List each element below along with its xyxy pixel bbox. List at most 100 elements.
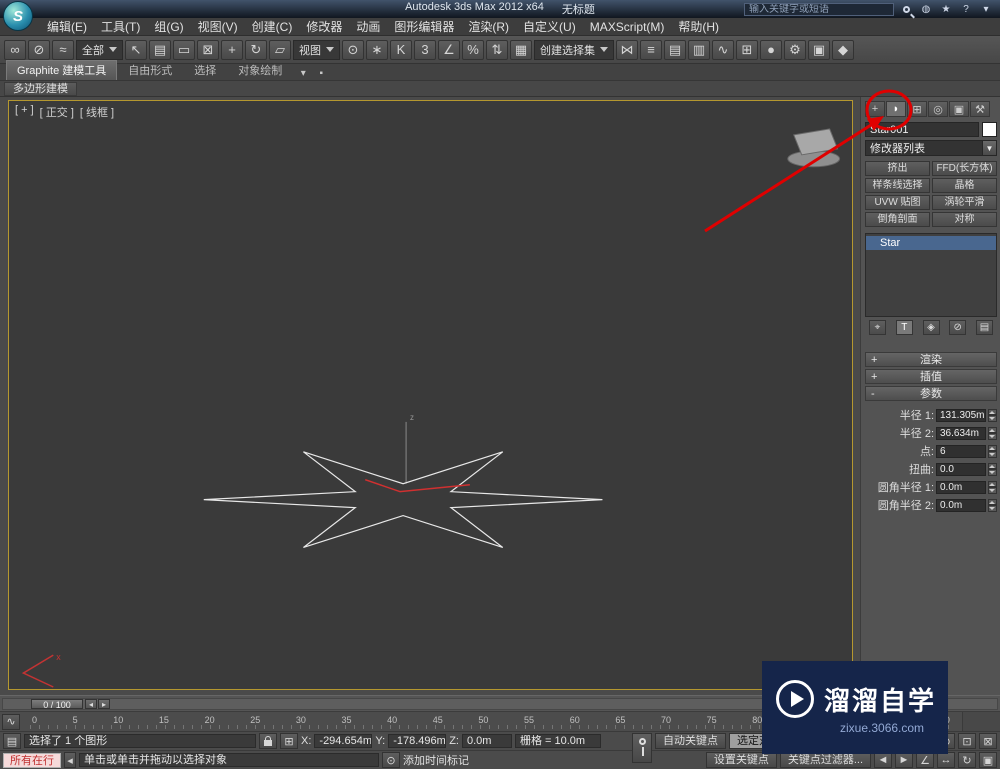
menu-item-5[interactable]: 修改器 [299,18,349,35]
configure-modifier-sets-icon[interactable]: ▤ [976,320,993,335]
create-tab-icon[interactable]: + [865,101,885,117]
menu-item-11[interactable]: 帮助(H) [671,18,726,35]
parameter-value-field[interactable]: 131.305m [936,408,986,422]
menu-item-9[interactable]: 自定义(U) [516,18,583,35]
previous-key-icon[interactable]: ◄ [874,752,892,768]
make-unique-icon[interactable]: ◈ [922,320,940,335]
maxscript-mini-listener[interactable]: 所有在行 [3,752,61,768]
mini-listener-toggle-icon[interactable]: ▤ [3,733,21,749]
rollout-rendering[interactable]: + 渲染 [865,352,997,367]
reference-coordinate-dropdown[interactable]: 视图 [293,39,340,60]
modifier-list-dropdown[interactable]: 修改器列表 ▼ [865,140,997,156]
edit-named-selection-sets-icon[interactable]: ▦ [510,39,532,60]
ribbon-config-icon[interactable]: ▪ [313,66,329,80]
x-coordinate-field[interactable]: -294.654m [314,734,373,748]
modifier-button-6[interactable]: 倒角剖面 [865,212,930,227]
add-time-tag-label[interactable]: 添加时间标记 [403,752,469,768]
listener-scroll-icon[interactable]: ◂ [64,752,76,768]
help-icon[interactable]: ? [958,2,974,16]
ribbon-tab-1[interactable]: 自由形式 [117,60,183,80]
parameter-spinner[interactable] [988,408,997,422]
modifier-button-3[interactable]: 晶格 [932,178,997,193]
align-icon[interactable]: ≡ [640,39,662,60]
zoom-region-icon[interactable]: ⊠ [979,733,997,749]
time-slider-handle[interactable]: 0 / 100 [31,698,83,710]
select-and-scale-icon[interactable]: ▱ [269,39,291,60]
menu-item-8[interactable]: 渲染(R) [461,18,516,35]
snap-toggle-icon[interactable]: 3 [414,39,436,60]
star-spline-object[interactable] [203,451,603,549]
unlink-selection-icon[interactable]: ⊘ [28,39,50,60]
parameter-value-field[interactable]: 6 [936,444,986,458]
next-key-icon[interactable]: ► [895,752,913,768]
zoom-extents-icon[interactable]: ⊡ [958,733,976,749]
ribbon-minimize-caret-icon[interactable]: ▾ [295,66,311,80]
parameter-spinner[interactable] [988,498,997,512]
viewcube-icon[interactable] [787,128,841,168]
stack-item-star[interactable]: Star [866,236,996,250]
rendered-frame-window-icon[interactable]: ▣ [808,39,830,60]
selection-filter-dropdown[interactable]: 全部 [76,39,123,60]
modifier-button-2[interactable]: 样条线选择 [865,178,930,193]
curve-editor-icon[interactable]: ∿ [712,39,734,60]
window-crossing-icon[interactable]: ⊠ [197,39,219,60]
absolute-mode-toggle-icon[interactable]: ⊞ [280,733,298,749]
z-coordinate-field[interactable]: 0.0m [461,734,512,748]
select-and-move-icon[interactable]: + [221,39,243,60]
pin-stack-icon[interactable]: ⌖ [869,320,886,335]
named-selection-sets-dropdown[interactable]: 创建选择集 [534,39,614,60]
menu-item-3[interactable]: 视图(V) [191,18,245,35]
viewport-canvas[interactable]: z x [9,101,852,689]
show-end-result-icon[interactable]: T [895,320,913,335]
modify-tab-icon[interactable]: ◗ [886,101,906,117]
next-frame-nub[interactable]: ▸ [98,698,110,709]
viewport-menu-pov[interactable]: [ 正交 ] [40,104,74,120]
object-color-swatch[interactable] [982,122,997,137]
menu-item-4[interactable]: 创建(C) [245,18,300,35]
rectangular-region-icon[interactable]: ▭ [173,39,195,60]
y-coordinate-field[interactable]: -178.496m [388,734,447,748]
modifier-list-caret-icon[interactable]: ▼ [982,141,996,155]
render-setup-icon[interactable]: ⚙ [784,39,806,60]
pan-view-icon[interactable]: ↔ [937,752,955,768]
bind-to-space-warp-icon[interactable]: ≈ [52,39,74,60]
modifier-button-0[interactable]: 挤出 [865,161,930,176]
ribbon-tab-0[interactable]: Graphite 建模工具 [6,60,118,80]
infocenter-search-input[interactable] [744,2,894,16]
viewport-menu-shading[interactable]: [ 线框 ] [80,104,114,120]
key-filters-button[interactable]: 关键点过滤器... [779,752,871,768]
set-key-mode-button[interactable]: 设置关键点 [705,752,777,768]
modifier-button-7[interactable]: 对称 [932,212,997,227]
use-pivot-center-icon[interactable]: ⊙ [342,39,364,60]
graphite-ribbon-toggle-icon[interactable]: ▥ [688,39,710,60]
motion-tab-icon[interactable]: ◎ [928,101,948,117]
rollout-interpolation[interactable]: + 插值 [865,369,997,384]
spinner-snap-icon[interactable]: ⇅ [486,39,508,60]
previous-frame-nub[interactable]: ◂ [85,698,97,709]
render-production-icon[interactable]: ◆ [832,39,854,60]
select-by-name-icon[interactable]: ▤ [149,39,171,60]
utilities-tab-icon[interactable]: ⚒ [970,101,990,117]
select-and-manipulate-icon[interactable]: ∗ [366,39,388,60]
mirror-icon[interactable]: ⋈ [616,39,638,60]
schematic-view-icon[interactable]: ⊞ [736,39,758,60]
rollout-parameters[interactable]: - 参数 [865,386,997,401]
set-key-big-button[interactable] [632,733,652,763]
select-and-link-icon[interactable]: ∞ [4,39,26,60]
ribbon-subtab-polymodeling[interactable]: 多边形建模 [4,81,77,96]
keyboard-override-icon[interactable]: K [390,39,412,60]
orbit-view-icon[interactable]: ↻ [958,752,976,768]
parameter-spinner[interactable] [988,426,997,440]
angle-snap-icon[interactable]: ∠ [438,39,460,60]
maximize-viewport-toggle-icon[interactable]: ▣ [979,752,997,768]
favorites-star-icon[interactable]: ★ [938,2,954,16]
menu-item-2[interactable]: 组(G) [147,18,190,35]
selection-lock-toggle-icon[interactable] [259,733,277,749]
modifier-button-5[interactable]: 涡轮平滑 [932,195,997,210]
menu-item-0[interactable]: 编辑(E) [40,18,94,35]
menu-item-10[interactable]: MAXScript(M) [583,20,672,34]
remove-modifier-icon[interactable]: ⊘ [949,320,967,335]
help-dropdown-caret-icon[interactable]: ▾ [978,2,994,16]
object-name-field[interactable]: Star001 [865,122,979,137]
communication-center-icon[interactable]: ◍ [918,2,934,16]
